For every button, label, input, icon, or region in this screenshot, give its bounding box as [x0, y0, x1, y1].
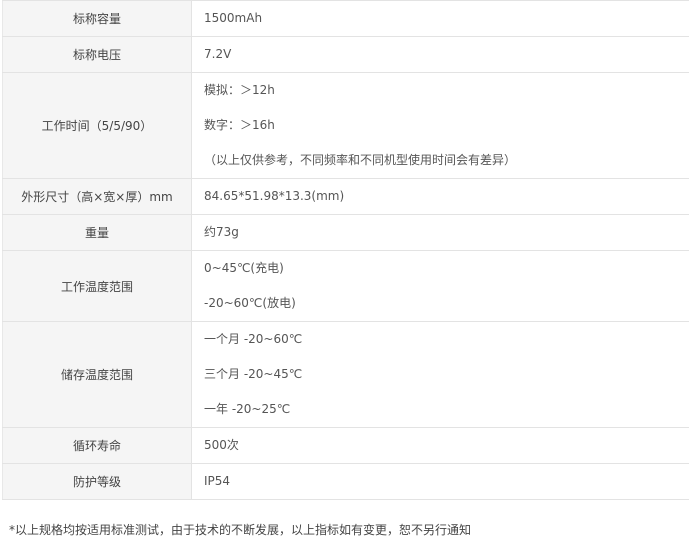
spec-value: 500次: [191, 427, 689, 464]
spec-value-line: 一个月 -20~60℃: [204, 332, 303, 346]
spec-value-line: 0~45℃(充电): [204, 261, 284, 275]
spec-value-line: 模拟：＞12h: [204, 83, 275, 97]
spec-row-voltage: 标称电压 7.2V: [2, 36, 689, 73]
spec-label: 外形尺寸（高×宽×厚）mm: [2, 178, 192, 215]
spec-value-line: IP54: [204, 474, 231, 488]
spec-value-line: 三个月 -20~45℃: [204, 367, 303, 381]
spec-value-line: 一年 -20~25℃: [204, 402, 291, 416]
spec-table: 标称容量 1500mAh 标称电压 7.2V 工作时间（5/5/90） 模拟：＞…: [2, 0, 689, 500]
spec-value-line: 1500mAh: [204, 11, 263, 25]
footnote: *以上规格均按适用标准测试，由于技术的不断发展，以上指标如有变更，恕不另行通知: [9, 523, 472, 537]
spec-label: 循环寿命: [2, 427, 192, 464]
spec-value: 0~45℃(充电) -20~60℃(放电): [191, 250, 689, 322]
spec-value: 一个月 -20~60℃ 三个月 -20~45℃ 一年 -20~25℃: [191, 321, 689, 428]
spec-row-dimensions: 外形尺寸（高×宽×厚）mm 84.65*51.98*13.3(mm): [2, 178, 689, 215]
spec-row-cycle-life: 循环寿命 500次: [2, 427, 689, 464]
spec-row-weight: 重量 约73g: [2, 214, 689, 251]
spec-row-working-time: 工作时间（5/5/90） 模拟：＞12h 数字：＞16h （以上仅供参考，不同频…: [2, 72, 689, 179]
spec-value-line: 约73g: [204, 225, 239, 239]
spec-value: 模拟：＞12h 数字：＞16h （以上仅供参考，不同频率和不同机型使用时间会有差…: [191, 72, 689, 179]
spec-row-storage-temperature: 储存温度范围 一个月 -20~60℃ 三个月 -20~45℃ 一年 -20~25…: [2, 321, 689, 428]
spec-value-line: （以上仅供参考，不同频率和不同机型使用时间会有差异）: [204, 153, 517, 167]
spec-label: 标称容量: [2, 0, 192, 37]
spec-label: 重量: [2, 214, 192, 251]
spec-value-line: 500次: [204, 438, 239, 452]
spec-label: 工作时间（5/5/90）: [2, 72, 192, 179]
spec-label: 储存温度范围: [2, 321, 192, 428]
spec-value-line: 84.65*51.98*13.3(mm): [204, 189, 345, 203]
spec-value: 7.2V: [191, 36, 689, 73]
spec-row-capacity: 标称容量 1500mAh: [2, 0, 689, 37]
spec-value: 84.65*51.98*13.3(mm): [191, 178, 689, 215]
spec-row-protection-rating: 防护等级 IP54: [2, 463, 689, 500]
spec-value: 约73g: [191, 214, 689, 251]
spec-value-line: 7.2V: [204, 47, 232, 61]
spec-label: 工作温度范围: [2, 250, 192, 322]
spec-row-operating-temperature: 工作温度范围 0~45℃(充电) -20~60℃(放电): [2, 250, 689, 322]
spec-value-line: 数字：＞16h: [204, 118, 275, 132]
spec-value-line: -20~60℃(放电): [204, 296, 296, 310]
spec-value: 1500mAh: [191, 0, 689, 37]
spec-label: 标称电压: [2, 36, 192, 73]
spec-label: 防护等级: [2, 463, 192, 500]
spec-value: IP54: [191, 463, 689, 500]
